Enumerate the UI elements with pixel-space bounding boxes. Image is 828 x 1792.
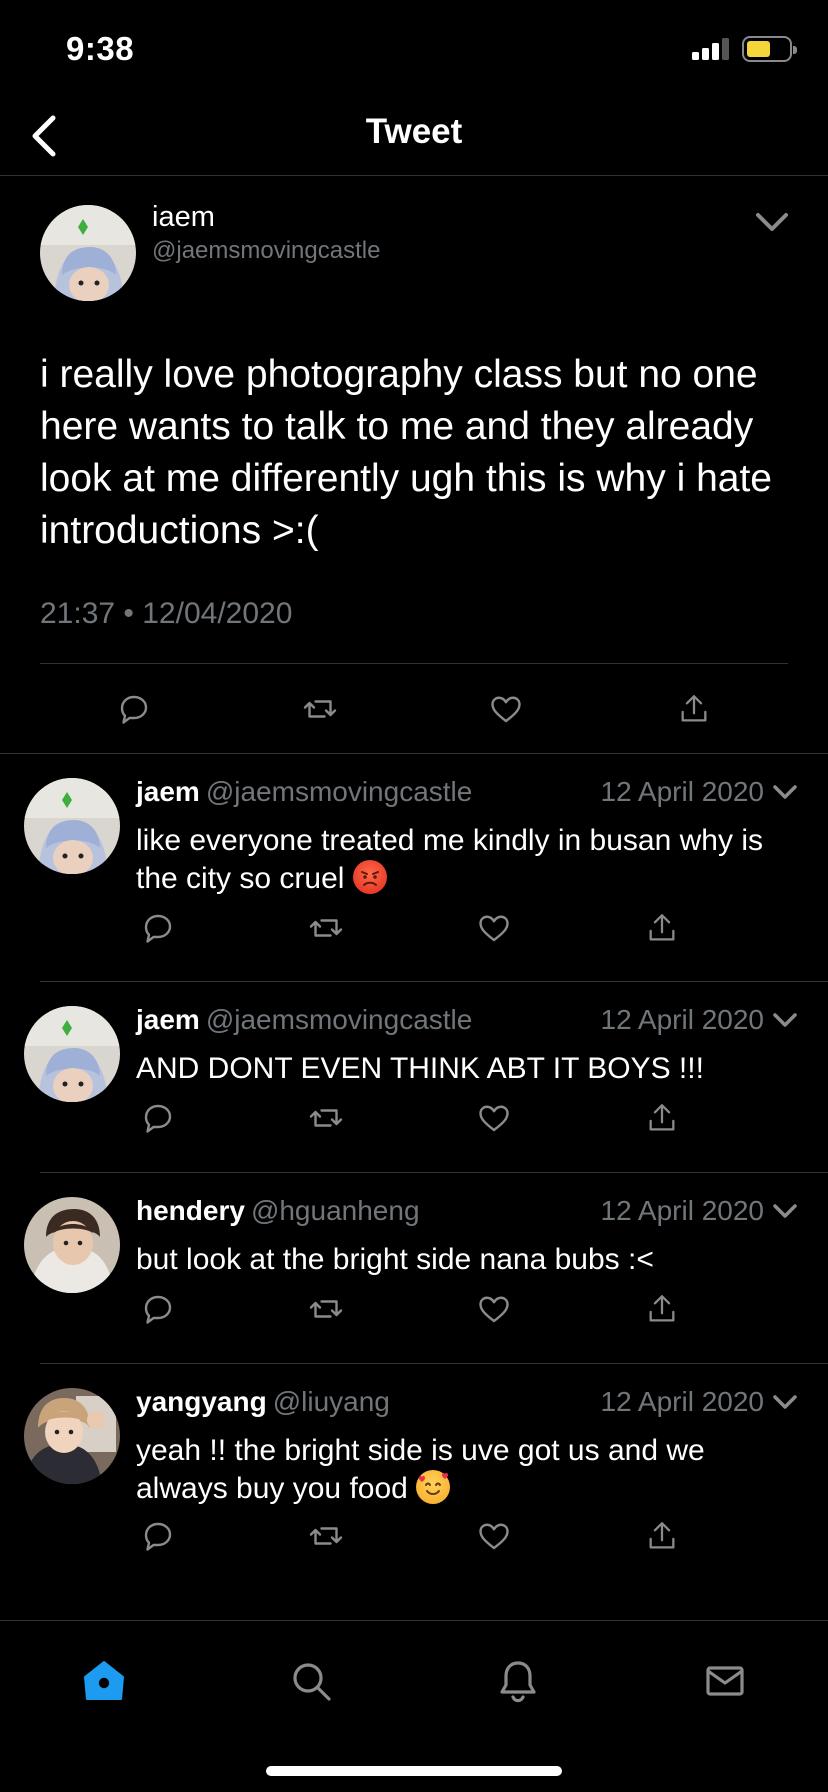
user-handle[interactable]: @jaemsmovingcastle	[206, 1004, 473, 1035]
reply-button[interactable]	[136, 906, 180, 950]
tweet-text: AND DONT EVEN THINK ABT IT BOYS !!!	[136, 1052, 704, 1085]
mail-icon	[706, 1666, 744, 1696]
reply-header: jaem @jaemsmovingcastle	[136, 776, 472, 808]
chevron-down-icon[interactable]	[770, 1006, 800, 1036]
search-icon	[293, 1663, 331, 1701]
reply-button[interactable]	[112, 687, 156, 731]
tweet-text: but look at the bright side nana bubs :<	[136, 1243, 654, 1276]
share-button[interactable]	[672, 687, 716, 731]
main-tweet: iaem @jaemsmovingcastle i really love ph…	[0, 177, 828, 754]
avatar[interactable]	[24, 778, 120, 874]
status-time: 9:38	[66, 30, 135, 67]
reply-icon	[120, 695, 148, 724]
bell-icon	[500, 1661, 536, 1703]
tweet-text: like everyone treated me kindly in busan…	[136, 822, 796, 898]
like-button[interactable]	[472, 906, 516, 950]
tweet-text-content: like everyone treated me kindly in busan…	[136, 824, 763, 895]
tweet-date: 12 April 2020	[600, 1195, 764, 1226]
reply-icon	[144, 1295, 172, 1324]
retweet-button[interactable]	[304, 1287, 348, 1331]
reply-header: jaem @jaemsmovingcastle	[136, 1004, 472, 1036]
tab-search[interactable]	[283, 1653, 339, 1709]
share-icon	[649, 1104, 675, 1131]
chevron-down-icon[interactable]	[770, 778, 800, 808]
smiling-face-with-hearts-emoji	[416, 1470, 451, 1504]
tab-home[interactable]	[76, 1653, 132, 1709]
user-handle[interactable]: @jaemsmovingcastle	[206, 776, 473, 807]
reply-button[interactable]	[136, 1096, 180, 1140]
share-icon	[681, 695, 707, 722]
angry-face-emoji	[352, 860, 387, 894]
page-title: Tweet	[365, 112, 463, 151]
reply-header: hendery @hguanheng	[136, 1195, 420, 1227]
tab-messages[interactable]	[697, 1653, 753, 1709]
home-indicator[interactable]	[266, 1766, 562, 1776]
tweet-actions	[0, 687, 828, 737]
retweet-button[interactable]	[298, 687, 342, 731]
share-icon	[649, 1522, 675, 1549]
battery-icon	[742, 36, 797, 62]
retweet-button[interactable]	[304, 1514, 348, 1558]
reply-button[interactable]	[136, 1514, 180, 1558]
heart-icon	[479, 915, 509, 942]
reply-tweet[interactable]: jaem @jaemsmovingcastle 12 April 2020 AND…	[0, 982, 828, 1173]
like-button[interactable]	[472, 1514, 516, 1558]
retweet-icon	[303, 700, 337, 718]
tweet-text: yeah !! the bright side is uve got us an…	[136, 1432, 796, 1508]
user-handle[interactable]: @liuyang	[273, 1386, 390, 1417]
retweet-button[interactable]	[304, 1096, 348, 1140]
user-handle[interactable]: @jaemsmovingcastle	[152, 237, 380, 265]
share-button[interactable]	[640, 1514, 684, 1558]
cellular-signal-icon	[692, 38, 732, 60]
display-name[interactable]: jaem	[136, 1004, 200, 1035]
reply-icon	[144, 914, 172, 943]
retweet-button[interactable]	[304, 906, 348, 950]
reply-icon	[144, 1104, 172, 1133]
display-name[interactable]: hendery	[136, 1195, 245, 1226]
reply-tweet[interactable]: yangyang @liuyang 12 April 2020 yeah !! t…	[0, 1364, 828, 1619]
heart-icon	[479, 1296, 509, 1323]
retweet-icon	[309, 919, 343, 937]
display-name[interactable]: iaem	[152, 201, 215, 234]
avatar[interactable]	[24, 1006, 120, 1102]
home-icon	[84, 1661, 124, 1700]
reply-header: yangyang @liuyang	[136, 1386, 390, 1418]
avatar[interactable]	[24, 1388, 120, 1484]
tweet-date: 12 April 2020	[600, 776, 764, 807]
tweet-date: 12 April 2020	[600, 1004, 764, 1035]
share-icon	[649, 914, 675, 941]
reply-tweet[interactable]: hendery @hguanheng 12 April 2020 but look…	[0, 1173, 828, 1364]
share-button[interactable]	[640, 1287, 684, 1331]
nav-header: Tweet	[0, 100, 828, 176]
tweet-text: i really love photography class but no o…	[40, 353, 772, 552]
chevron-down-icon[interactable]	[770, 1197, 800, 1227]
user-handle[interactable]: @hguanheng	[251, 1195, 420, 1226]
heart-icon	[479, 1105, 509, 1132]
tweet-timestamp: 21:37 • 12/04/2020	[40, 597, 293, 630]
like-button[interactable]	[484, 687, 528, 731]
display-name[interactable]: yangyang	[136, 1386, 267, 1417]
heart-icon	[491, 696, 521, 723]
tweet-date: 12 April 2020	[600, 1386, 764, 1417]
display-name[interactable]: jaem	[136, 776, 200, 807]
reply-tweet[interactable]: jaem @jaemsmovingcastle 12 April 2020 lik…	[0, 754, 828, 982]
share-button[interactable]	[640, 1096, 684, 1140]
reply-button[interactable]	[136, 1287, 180, 1331]
share-icon	[649, 1295, 675, 1322]
status-bar: 9:38	[0, 0, 828, 100]
chevron-down-icon[interactable]	[770, 1388, 800, 1418]
retweet-icon	[309, 1109, 343, 1127]
retweet-icon	[309, 1300, 343, 1318]
tab-notifications[interactable]	[490, 1653, 546, 1709]
retweet-icon	[309, 1527, 343, 1545]
like-button[interactable]	[472, 1096, 516, 1140]
avatar[interactable]	[40, 205, 136, 301]
share-button[interactable]	[640, 906, 684, 950]
chevron-down-icon[interactable]	[752, 207, 792, 237]
divider	[40, 663, 788, 664]
like-button[interactable]	[472, 1287, 516, 1331]
heart-icon	[479, 1523, 509, 1550]
avatar[interactable]	[24, 1197, 120, 1293]
reply-icon	[144, 1522, 172, 1551]
